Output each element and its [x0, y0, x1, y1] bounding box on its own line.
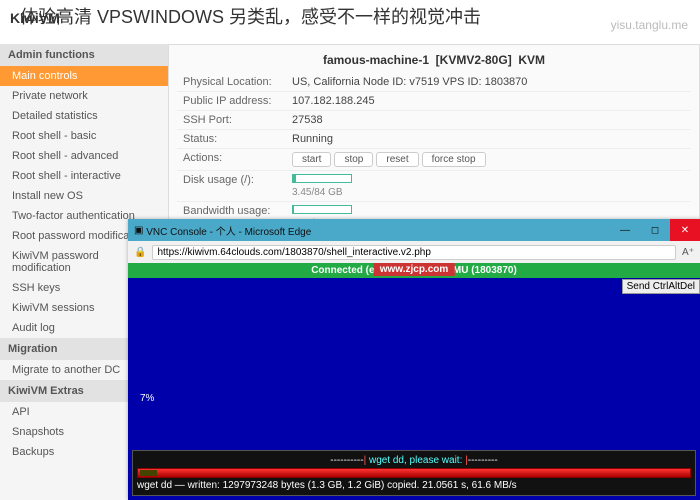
- send-ctrlaltdel-button[interactable]: Send CtrlAltDel: [622, 279, 700, 294]
- bw-progress: [292, 205, 352, 214]
- terminal[interactable]: ----------| wget dd, please wait: |-----…: [132, 450, 696, 496]
- action-buttons: startstopreset force stop: [292, 152, 691, 167]
- address-bar: 🔒 A⁺: [128, 241, 700, 263]
- dd-progress-bar: [137, 468, 691, 478]
- lock-icon: 🔒: [134, 247, 146, 258]
- sidebar-header: Admin functions: [0, 44, 168, 66]
- reader-icon[interactable]: A⁺: [682, 247, 694, 258]
- vnc-titlebar[interactable]: ▣ VNC Console - 个人 - Microsoft Edge — ◻ …: [128, 219, 700, 241]
- sidebar-item[interactable]: Root shell - interactive: [0, 166, 168, 186]
- reset-button[interactable]: reset: [376, 152, 418, 167]
- page-banner: 体验高清 VPSWINDOWS 另类乱，感受不一样的视觉冲击: [0, 0, 700, 30]
- sidebar-item[interactable]: Detailed statistics: [0, 106, 168, 126]
- info-row: Physical Location:US, California Node ID…: [177, 73, 691, 91]
- progress-pct: 7%: [140, 393, 154, 404]
- window-icon: ▣: [134, 225, 143, 236]
- panel-title: famous-machine-1 [KVMV2-80G] KVM: [177, 53, 691, 67]
- info-row: Status:Running: [177, 129, 691, 148]
- stop-button[interactable]: stop: [334, 152, 373, 167]
- url-input[interactable]: [152, 245, 676, 260]
- start-button[interactable]: start: [292, 152, 331, 167]
- info-row: SSH Port:27538: [177, 110, 691, 129]
- sidebar-item[interactable]: Private network: [0, 86, 168, 106]
- info-row: Public IP address:107.182.188.245: [177, 91, 691, 110]
- actions-row: Actions: startstopresetforce stop: [177, 148, 691, 170]
- sidebar-item[interactable]: Root shell - advanced: [0, 146, 168, 166]
- vnc-window: ▣ VNC Console - 个人 - Microsoft Edge — ◻ …: [128, 219, 700, 500]
- red-tag: www.zjcp.com: [374, 263, 455, 276]
- sidebar-item[interactable]: Install new OS: [0, 186, 168, 206]
- close-button[interactable]: ✕: [670, 219, 700, 241]
- minimize-button[interactable]: —: [610, 219, 640, 241]
- watermark: yisu.tanglu.me: [611, 18, 688, 32]
- disk-row: Disk usage (/): 3.45/84 GB: [177, 170, 691, 201]
- force-stop-button[interactable]: force stop: [422, 152, 486, 167]
- sidebar-item[interactable]: Root shell - basic: [0, 126, 168, 146]
- terminal-line: wget dd — written: 1297973248 bytes (1.3…: [137, 480, 691, 491]
- sidebar-item[interactable]: Main controls: [0, 66, 168, 86]
- info-rows: Physical Location:US, California Node ID…: [177, 73, 691, 148]
- disk-progress: [292, 174, 352, 183]
- vnc-canvas[interactable]: Connected (encrypted) to: QEMU (1803870)…: [128, 263, 700, 500]
- maximize-button[interactable]: ◻: [640, 219, 670, 241]
